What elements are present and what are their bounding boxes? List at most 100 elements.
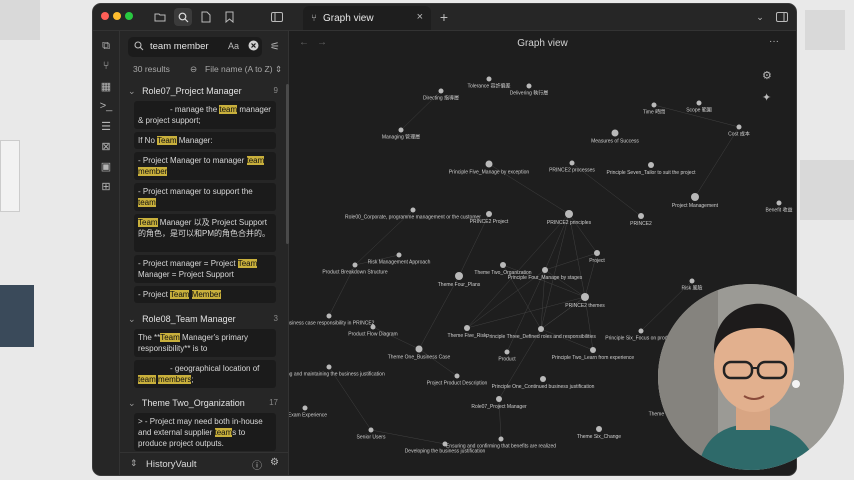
vault-name[interactable]: HistoryVault <box>146 459 197 470</box>
clear-search-icon[interactable] <box>248 40 259 54</box>
result-snippet[interactable]: > - Project may need both in-house and e… <box>134 413 276 451</box>
graph-node[interactable] <box>410 207 416 213</box>
graph-node[interactable] <box>485 160 493 168</box>
close-window-button[interactable] <box>101 12 109 20</box>
graph-node[interactable] <box>538 326 544 332</box>
search-settings-icon[interactable]: ⚟ <box>270 40 280 53</box>
dashboard-icon[interactable]: ⊞ <box>99 179 113 193</box>
result-group[interactable]: ⌄ Role08_Team Manager 3 <box>128 314 278 325</box>
graph-node[interactable] <box>776 200 782 206</box>
graph-node[interactable] <box>398 127 404 133</box>
graph-node[interactable] <box>594 250 600 256</box>
terminal-icon[interactable]: >_ <box>99 99 113 113</box>
result-snippet[interactable]: - Project manager to support the team <box>134 183 276 211</box>
graph-node[interactable] <box>569 160 575 166</box>
graph-icon[interactable]: ⑂ <box>99 59 113 73</box>
graph-node[interactable] <box>486 76 492 82</box>
result-snippet[interactable]: - Project Team Member <box>134 286 276 303</box>
tab-graph-view[interactable]: ⑂ Graph view × <box>303 6 431 30</box>
graph-node[interactable] <box>500 262 506 268</box>
graph-node[interactable] <box>648 162 654 168</box>
result-snippet[interactable]: - Project Manager to manager team member <box>134 152 276 180</box>
close-tab-icon[interactable]: × <box>417 11 423 23</box>
graph-node[interactable] <box>581 293 589 301</box>
search-icon[interactable] <box>174 8 192 26</box>
file-icon[interactable] <box>197 8 215 26</box>
graph-node[interactable] <box>496 396 502 402</box>
graph-node[interactable] <box>638 213 644 219</box>
result-snippet[interactable]: - manage the team manager & project supp… <box>134 101 276 129</box>
snippet-text: The **Team Manager's primary responsibil… <box>138 333 248 353</box>
sidebar-toggle-icon[interactable] <box>268 8 286 26</box>
result-snippet[interactable]: If No Team Manager: <box>134 132 276 149</box>
sort-dropdown[interactable]: File name (A to Z) <box>205 64 273 74</box>
result-snippet[interactable]: Team Manager 以及 Project Support的角色，是可以和P… <box>134 214 276 252</box>
search-input[interactable]: team member Aa <box>128 37 262 57</box>
graph-node[interactable] <box>464 325 470 331</box>
graph-node[interactable] <box>442 441 448 447</box>
graph-node[interactable] <box>326 364 332 370</box>
graph-node[interactable] <box>696 100 702 106</box>
result-snippet[interactable]: The **Team Manager's primary responsibil… <box>134 329 276 357</box>
result-title: Role08_Team Manager <box>142 314 236 324</box>
collapse-results-icon[interactable]: ⊖ <box>190 64 197 75</box>
graph-node-label: Role07_Project Manager <box>471 404 527 410</box>
graph-node-label: Project Product Description <box>427 381 488 387</box>
graph-node[interactable] <box>370 324 376 330</box>
graph-node[interactable] <box>302 405 308 411</box>
graph-node[interactable] <box>486 211 492 217</box>
graph-node[interactable] <box>368 427 374 433</box>
graph-node-label: Benefit 收益 <box>766 207 793 214</box>
result-group[interactable]: ⌄ Role07_Project Manager 9 <box>128 86 278 97</box>
graph-node-label: Theme One_Business Case <box>388 355 451 361</box>
graph-node[interactable] <box>651 102 657 108</box>
search-highlight: Team <box>237 259 258 268</box>
files-icon[interactable]: ⧉ <box>99 39 113 53</box>
graph-node[interactable] <box>611 129 619 137</box>
result-group[interactable]: ⌄ Theme Two_Organization 17 <box>128 398 278 409</box>
help-icon[interactable]: ⓘ <box>252 457 262 472</box>
sort-chevron-icon[interactable]: ⇕ <box>275 64 282 75</box>
graph-node[interactable] <box>542 267 548 273</box>
canvas-icon[interactable]: ⊠ <box>99 139 113 153</box>
graph-node-label: Principle Four_Manage by stages <box>508 275 583 281</box>
result-snippet[interactable]: - Project manager = Project Team Manager… <box>134 255 276 283</box>
graph-node[interactable] <box>590 347 596 353</box>
zoom-window-button[interactable] <box>125 12 133 20</box>
graph-node[interactable] <box>565 210 573 218</box>
right-sidebar-toggle-icon[interactable] <box>773 8 791 26</box>
graph-node[interactable] <box>540 376 546 382</box>
result-snippet[interactable]: - geographical location of team members; <box>134 360 276 388</box>
grid-icon[interactable]: ▦ <box>99 79 113 93</box>
chevron-down-icon[interactable]: ⌄ <box>751 8 769 26</box>
graph-node[interactable] <box>498 436 504 442</box>
graph-node[interactable] <box>526 83 532 89</box>
folder-icon[interactable] <box>151 8 169 26</box>
template-icon[interactable]: ▣ <box>99 159 113 173</box>
graph-node[interactable] <box>455 272 463 280</box>
graph-node-label: Measures of Success <box>591 139 639 145</box>
graph-node[interactable] <box>691 193 699 201</box>
bookmark-icon[interactable] <box>220 8 238 26</box>
graph-node[interactable] <box>638 328 644 334</box>
graph-node[interactable] <box>596 426 602 432</box>
new-tab-icon[interactable]: + <box>435 8 453 26</box>
graph-node[interactable] <box>736 124 742 130</box>
graph-node[interactable] <box>454 373 460 379</box>
desktop-tile <box>805 10 845 50</box>
graph-node[interactable] <box>352 262 358 268</box>
graph-node[interactable] <box>326 313 332 319</box>
results-count: 30 results <box>133 64 170 74</box>
graph-node[interactable] <box>438 88 444 94</box>
match-case-button[interactable]: Aa <box>228 41 239 51</box>
graph-node[interactable] <box>396 252 402 258</box>
graph-node[interactable] <box>415 345 423 353</box>
graph-node[interactable] <box>504 349 510 355</box>
settings-icon[interactable]: ⚙ <box>270 457 279 468</box>
minimize-window-button[interactable] <box>113 12 121 20</box>
graph-node[interactable] <box>689 278 695 284</box>
kanban-icon[interactable]: ☰ <box>99 119 113 133</box>
vault-switcher-icon[interactable]: ⇕ <box>130 458 138 469</box>
title-bar: ⑂ Graph view × + ⌄ <box>93 4 796 31</box>
graph-node-label: Project Management <box>672 203 719 209</box>
